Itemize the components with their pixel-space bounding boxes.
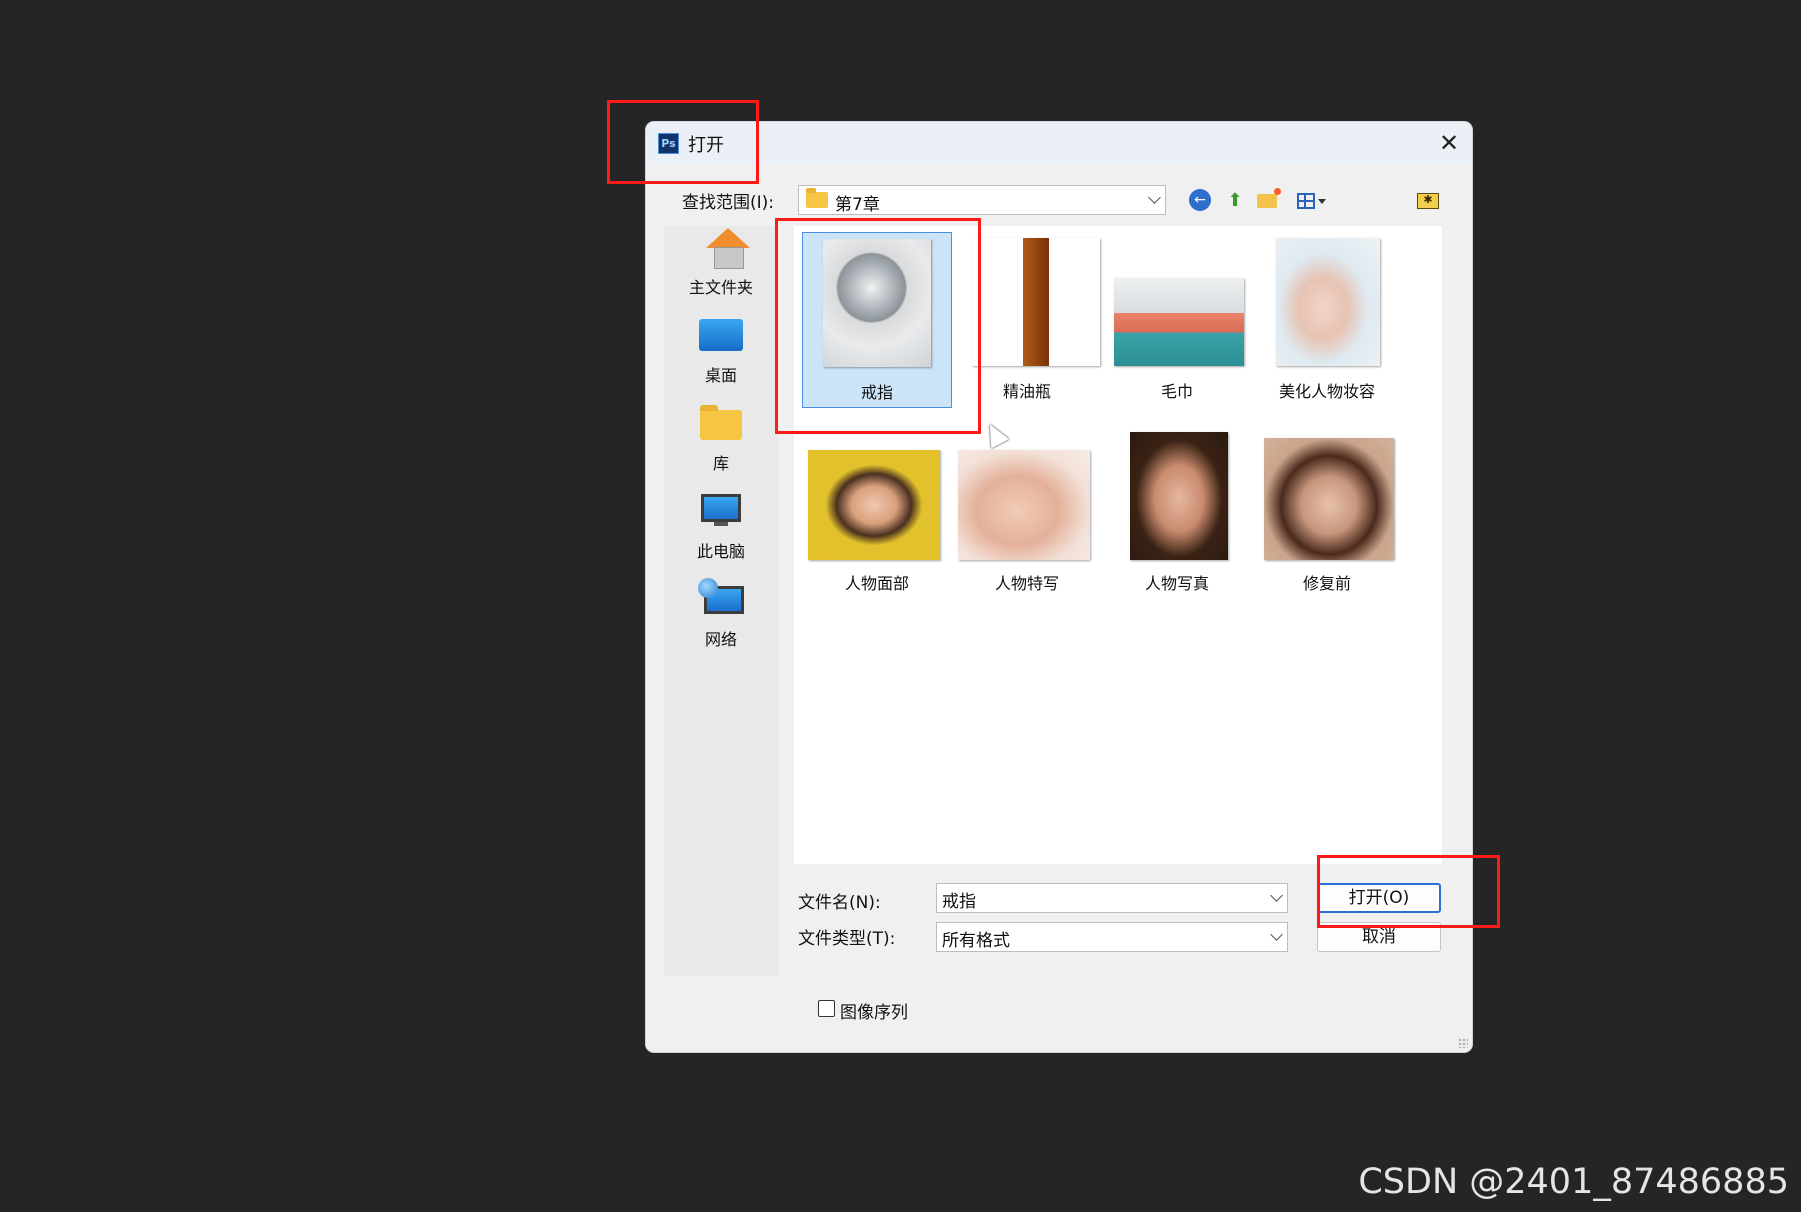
file-item-ring[interactable]: 戒指 bbox=[802, 232, 952, 408]
thumbnail-image bbox=[1130, 432, 1228, 560]
view-grid-icon bbox=[1296, 193, 1315, 209]
folder-icon bbox=[806, 188, 828, 208]
view-menu-button[interactable] bbox=[1292, 189, 1330, 213]
back-button[interactable]: ← bbox=[1189, 189, 1213, 213]
thumbnail-image bbox=[823, 239, 931, 367]
library-icon bbox=[700, 405, 742, 440]
place-home[interactable]: 主文件夹 bbox=[664, 226, 778, 306]
globe-icon bbox=[698, 578, 718, 598]
chevron-down-icon bbox=[1270, 889, 1283, 902]
place-label: 网络 bbox=[704, 630, 737, 649]
place-library[interactable]: 库 bbox=[664, 402, 778, 482]
places-bar: 主文件夹 桌面 库 此电脑 网络 bbox=[664, 226, 778, 976]
place-desktop[interactable]: 桌面 bbox=[664, 314, 778, 394]
home-icon bbox=[706, 228, 750, 248]
file-item-face[interactable]: 人物面部 bbox=[802, 442, 952, 618]
file-name: 精油瓶 bbox=[1002, 382, 1051, 401]
extra-folder-button[interactable]: ✱ bbox=[1416, 189, 1440, 213]
open-button[interactable]: 打开(O) bbox=[1317, 883, 1441, 913]
up-arrow-icon: ⬆ bbox=[1227, 190, 1243, 211]
filetype-label: 文件类型(T): bbox=[798, 929, 896, 949]
image-sequence-checkbox[interactable] bbox=[818, 1000, 835, 1017]
file-name: 修复前 bbox=[1302, 574, 1351, 593]
filetype-value: 所有格式 bbox=[942, 931, 1010, 951]
file-item-makeup[interactable]: 美化人物妆容 bbox=[1252, 232, 1402, 408]
lookin-value: 第7章 bbox=[835, 195, 880, 215]
new-folder-icon bbox=[1257, 188, 1281, 208]
thumbnail-image bbox=[808, 450, 940, 560]
thumbnail-image bbox=[972, 238, 1100, 366]
up-folder-button[interactable]: ⬆ bbox=[1223, 189, 1247, 213]
special-folder-icon: ✱ bbox=[1417, 193, 1439, 209]
filetype-dropdown[interactable]: 所有格式 bbox=[936, 922, 1288, 952]
lookin-dropdown[interactable]: 第7章 bbox=[798, 185, 1166, 215]
place-label: 此电脑 bbox=[696, 542, 745, 561]
watermark-text: CSDN @2401_87486885 bbox=[1358, 1162, 1789, 1202]
photoshop-icon: Ps bbox=[658, 133, 679, 154]
file-name: 美化人物妆容 bbox=[1278, 382, 1375, 401]
lookin-label: 查找范围(I): bbox=[682, 193, 775, 213]
thumbnail-image bbox=[1276, 238, 1380, 366]
file-item-oil-bottle[interactable]: 精油瓶 bbox=[952, 232, 1102, 408]
file-name: 戒指 bbox=[860, 383, 893, 402]
place-this-pc[interactable]: 此电脑 bbox=[664, 490, 778, 570]
cancel-button[interactable]: 取消 bbox=[1317, 922, 1441, 952]
file-item-portrait[interactable]: 人物写真 bbox=[1102, 432, 1252, 618]
file-item-towel[interactable]: 毛巾 bbox=[1102, 232, 1252, 408]
filename-input[interactable]: 戒指 bbox=[936, 883, 1288, 913]
file-name: 人物写真 bbox=[1144, 574, 1209, 593]
file-name: 人物面部 bbox=[844, 574, 909, 593]
title-bar: Ps 打开 ✕ bbox=[646, 122, 1472, 164]
new-folder-button[interactable] bbox=[1255, 188, 1281, 213]
close-button[interactable]: ✕ bbox=[1432, 126, 1466, 160]
dialog-title: 打开 bbox=[688, 135, 724, 156]
file-item-before-repair[interactable]: 修复前 bbox=[1252, 438, 1402, 618]
desktop-icon bbox=[699, 319, 743, 351]
chevron-down-icon bbox=[1270, 928, 1283, 941]
thumbnail-image bbox=[1114, 278, 1244, 366]
back-arrow-icon: ← bbox=[1189, 189, 1211, 211]
computer-icon bbox=[701, 494, 741, 522]
filename-label: 文件名(N): bbox=[798, 893, 881, 913]
file-name: 毛巾 bbox=[1160, 382, 1193, 401]
dropdown-arrow-icon bbox=[1317, 198, 1326, 204]
file-list-pane[interactable]: 戒指 精油瓶 毛巾 美化人物妆容 人物面部 人物特写 人物写真 修复前 bbox=[794, 226, 1442, 864]
resize-grip[interactable] bbox=[1458, 1038, 1468, 1048]
file-name: 人物特写 bbox=[994, 574, 1059, 593]
place-label: 库 bbox=[712, 454, 729, 473]
image-sequence-label: 图像序列 bbox=[840, 1003, 908, 1023]
place-label: 主文件夹 bbox=[688, 278, 753, 297]
open-dialog: Ps 打开 ✕ 查找范围(I): 第7章 ← ⬆ ✱ 主文件夹 桌面 库 此电脑 bbox=[646, 122, 1472, 1052]
file-item-closeup[interactable]: 人物特写 bbox=[952, 442, 1102, 618]
place-label: 桌面 bbox=[704, 366, 737, 385]
thumbnail-image bbox=[1264, 438, 1394, 560]
filename-value: 戒指 bbox=[942, 892, 976, 912]
chevron-down-icon bbox=[1148, 191, 1161, 204]
thumbnail-image bbox=[958, 450, 1090, 560]
place-network[interactable]: 网络 bbox=[664, 578, 778, 658]
